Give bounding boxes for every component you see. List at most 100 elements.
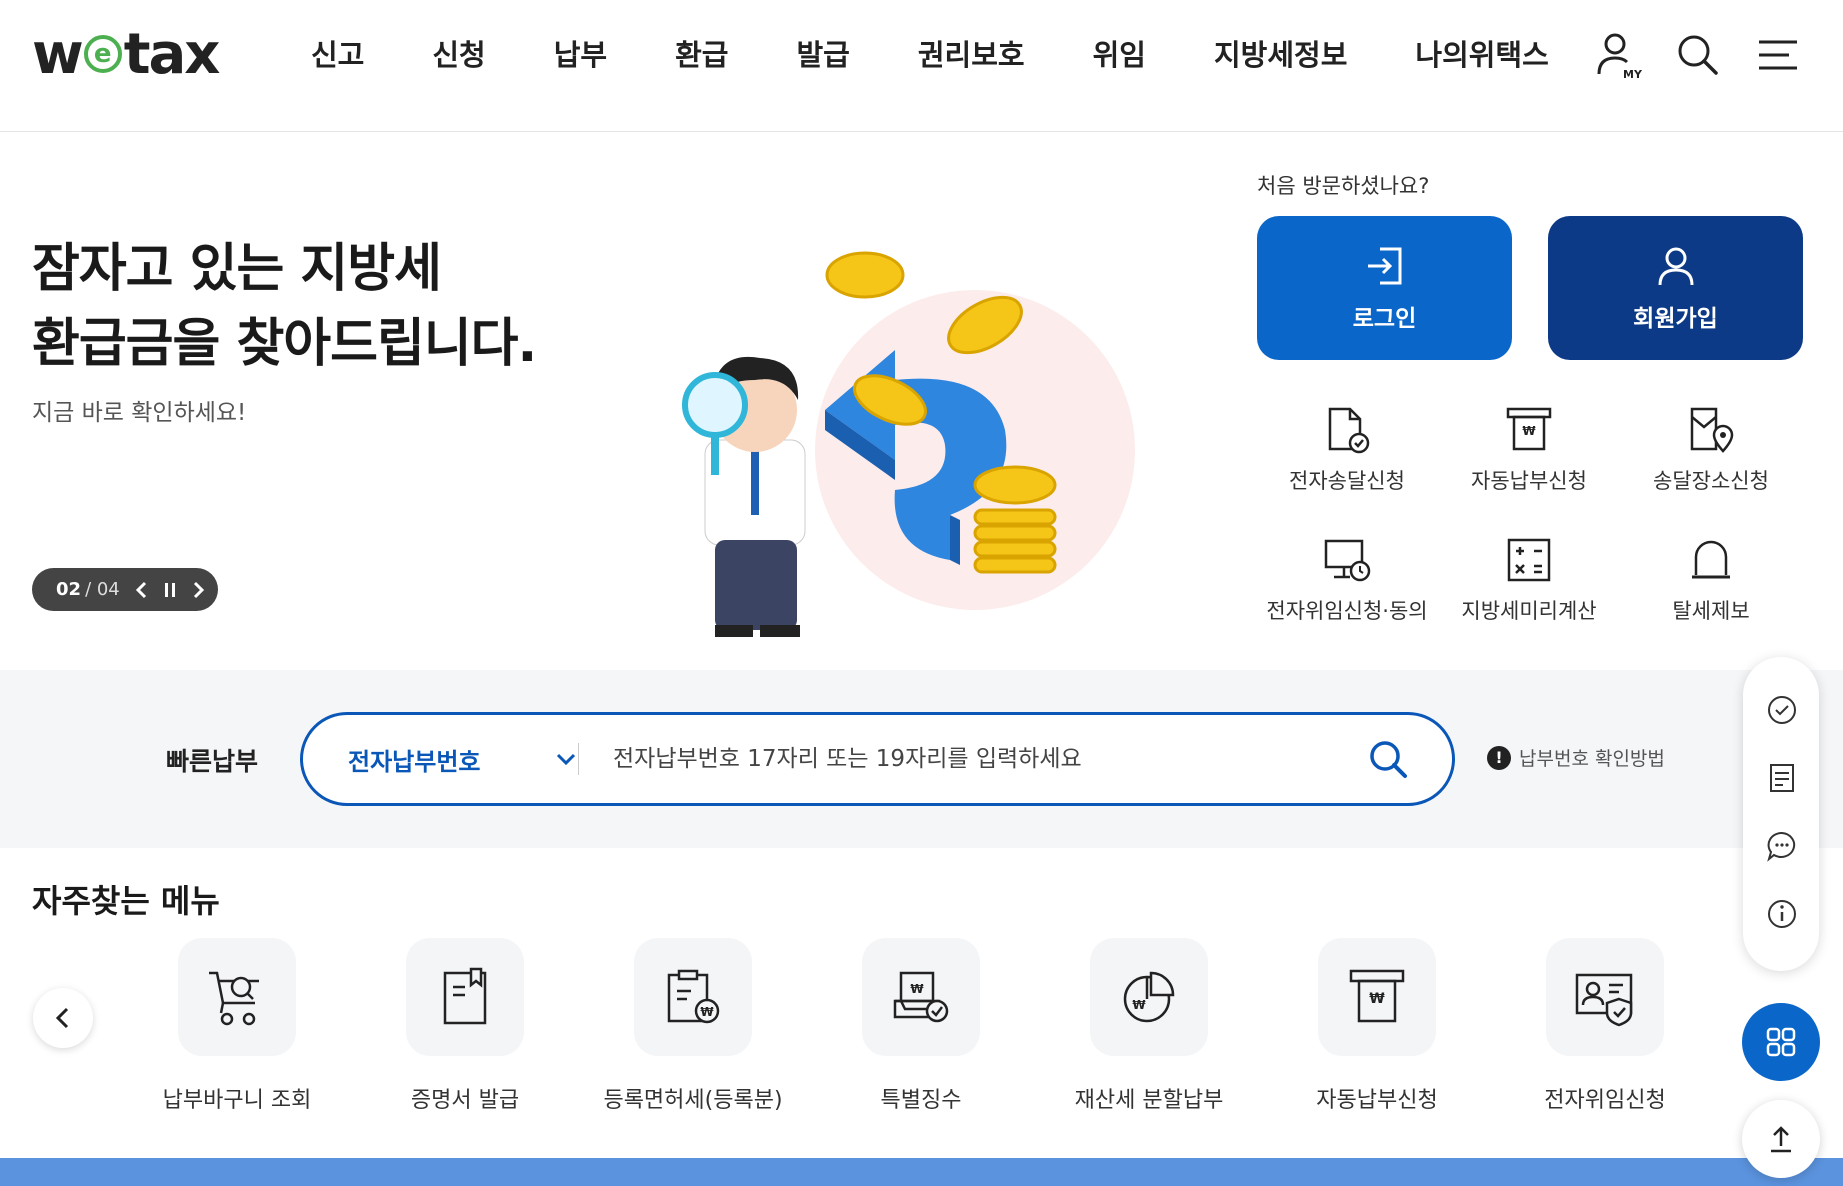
nav-item-apply[interactable]: 신청 [432, 30, 485, 80]
slide-current: 02 [56, 579, 82, 600]
favorite-label: 자동납부신청 [1316, 1088, 1438, 1113]
favorite-item-auto-payment[interactable]: ₩ 자동납부신청 [1267, 938, 1487, 1114]
svg-text:₩: ₩ [700, 1005, 714, 1019]
id-card-shield-icon [1575, 973, 1633, 1027]
login-button[interactable]: 로그인 [1257, 216, 1512, 360]
quick-pay-label: 빠른납부 [166, 747, 259, 776]
svg-text:₩: ₩ [910, 982, 924, 996]
document-location-icon [1690, 407, 1734, 453]
svg-text:₩: ₩ [1522, 424, 1536, 438]
refund-illustration [682, 251, 1135, 637]
favorite-icon-box [406, 938, 524, 1056]
document-won-check-icon: ₩ [893, 971, 949, 1023]
my-user-icon[interactable]: MY [1593, 30, 1643, 80]
quick-pay-type-value: 전자납부번호 [348, 747, 481, 776]
service-e-delivery[interactable]: 전자송달신청 [1257, 405, 1437, 495]
favorite-icon-box: ₩ [1318, 938, 1436, 1056]
clipboard-won-icon: ₩ [667, 969, 720, 1024]
login-icon [1367, 247, 1401, 285]
signup-button[interactable]: 회원가입 [1548, 216, 1803, 360]
favorite-item-e-delegation[interactable]: 전자위임신청 [1495, 938, 1715, 1114]
hero-title: 잠자고 있는 지방세 환급금을 찾아드립니다. [32, 232, 537, 382]
payment-number-help-link[interactable]: ! 납부번호 확인방법 [1487, 744, 1665, 771]
nav-item-rights[interactable]: 권리보호 [918, 30, 1025, 80]
favorite-label: 전자위임신청 [1544, 1088, 1666, 1113]
grid-icon [1766, 1027, 1796, 1057]
menu-icon[interactable] [1753, 30, 1803, 80]
hero-title-line1: 잠자고 있는 지방세 [32, 239, 442, 299]
favorite-icon-box [1546, 938, 1664, 1056]
nav-item-refund[interactable]: 환급 [675, 30, 728, 80]
info-icon[interactable] [1765, 897, 1799, 931]
nav-item-pay[interactable]: 납부 [554, 30, 607, 80]
hero-title-line2: 환급금을 찾아드립니다. [32, 314, 537, 374]
receipt-icon[interactable] [1765, 761, 1799, 795]
my-badge: MY [1623, 68, 1643, 80]
search-icon[interactable] [1366, 737, 1410, 781]
nav-item-local-tax-info[interactable]: 지방세정보 [1214, 30, 1347, 80]
pause-icon [164, 582, 175, 597]
quick-pay-number-input[interactable] [613, 735, 1313, 783]
atm-won-icon: ₩ [1506, 407, 1552, 451]
service-delivery-place[interactable]: 송달장소신청 [1621, 405, 1801, 495]
slide-controller: 02 / 04 [32, 568, 218, 611]
service-label: 전자위임신청·동의 [1266, 599, 1428, 623]
logo-text-w: w [32, 21, 84, 87]
favorites-prev-button[interactable] [33, 988, 93, 1048]
svg-text:₩: ₩ [1369, 991, 1385, 1007]
service-e-delegation[interactable]: 전자위임신청·동의 [1257, 535, 1437, 625]
chevron-left-icon [135, 581, 146, 598]
slide-next-button[interactable] [184, 575, 212, 605]
favorite-icon-box: ₩ [862, 938, 980, 1056]
favorite-icon-box [178, 938, 296, 1056]
favorite-label: 특별징수 [880, 1088, 962, 1113]
service-label: 탈세제보 [1672, 599, 1750, 623]
slide-separator: / [85, 579, 97, 600]
siren-icon [1692, 540, 1730, 579]
service-tax-evasion-report[interactable]: 탈세제보 [1621, 535, 1801, 625]
scroll-top-button[interactable] [1742, 1100, 1820, 1178]
search-icon[interactable] [1673, 30, 1723, 80]
favorite-label: 등록면허세(등록분) [603, 1088, 783, 1113]
favorite-item-property-tax-installment[interactable]: ₩ 재산세 분할납부 [1039, 938, 1259, 1114]
chat-bubble-icon[interactable] [1765, 829, 1799, 863]
arrow-up-icon [1771, 1126, 1791, 1153]
hero-subtitle: 지금 바로 확인하세요! [32, 400, 247, 426]
service-auto-payment[interactable]: ₩ 자동납부신청 [1439, 405, 1619, 495]
favorite-menus-title: 자주찾는 메뉴 [32, 882, 220, 920]
nav-item-my-wetax[interactable]: 나의위택스 [1415, 30, 1548, 80]
nav-item-delegation[interactable]: 위임 [1093, 30, 1146, 80]
payment-number-help-label: 납부번호 확인방법 [1519, 748, 1665, 770]
quick-pay-box: 전자납부번호 [300, 712, 1455, 806]
favorite-item-certificate[interactable]: 증명서 발급 [355, 938, 575, 1114]
bottom-banner-strip [0, 1158, 1843, 1186]
slide-total-wrap: / 04 [85, 579, 120, 600]
certificate-icon [443, 967, 487, 1025]
slide-prev-button[interactable] [128, 575, 156, 605]
quick-pay-divider [578, 743, 579, 775]
calculator-icon [1507, 538, 1551, 582]
wetax-logo[interactable]: w e tax [32, 21, 221, 87]
nav-item-issue[interactable]: 발급 [797, 30, 850, 80]
header-utility: MY [1593, 30, 1803, 80]
service-tax-calculator[interactable]: 지방세미리계산 [1439, 535, 1619, 625]
floating-quick-bar [1743, 657, 1819, 971]
atm-won-icon: ₩ [1349, 969, 1405, 1023]
logo-e-circle: e [83, 35, 122, 73]
all-menu-button[interactable] [1742, 1003, 1820, 1081]
slide-pause-button[interactable] [156, 575, 184, 605]
service-label: 자동납부신청 [1471, 469, 1587, 493]
logo-text-tax: tax [123, 21, 221, 87]
chat-check-icon[interactable] [1765, 693, 1799, 727]
favorite-item-registration-tax[interactable]: ₩ 등록면허세(등록분) [583, 938, 803, 1114]
quick-pay-type-select[interactable]: 전자납부번호 [348, 715, 588, 803]
favorite-item-cart[interactable]: 납부바구니 조회 [127, 938, 347, 1114]
nav-item-report[interactable]: 신고 [311, 30, 364, 80]
favorite-label: 증명서 발급 [410, 1088, 520, 1113]
login-label: 로그인 [1352, 306, 1417, 332]
favorite-item-special-collection[interactable]: ₩ 특별징수 [811, 938, 1031, 1114]
cart-search-icon [209, 971, 259, 1026]
chevron-right-icon [193, 581, 204, 598]
service-label: 전자송달신청 [1289, 469, 1405, 493]
favorite-label: 재산세 분할납부 [1074, 1088, 1224, 1113]
